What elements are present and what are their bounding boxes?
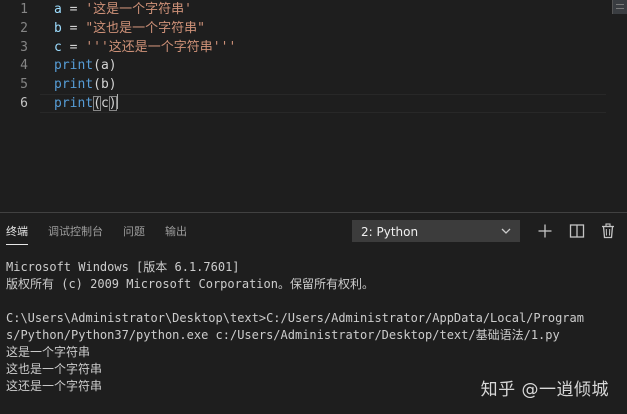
code-paren-open: ( — [93, 77, 101, 92]
code-string: "这也是一个字符串" — [85, 21, 205, 36]
code-function: print — [54, 96, 94, 111]
code-function: print — [54, 77, 94, 92]
bottom-panel: 终端 调试控制台 问题 输出 2: Python Microsoft Windo… — [0, 212, 627, 414]
line-number-gutter: 1 2 3 4 5 6 — [0, 0, 40, 212]
code-argument: a — [100, 58, 109, 73]
line-number: 4 — [20, 58, 28, 73]
code-variable: b — [54, 21, 62, 36]
line-number: 2 — [20, 21, 28, 36]
line-number-active: 6 — [20, 96, 28, 111]
split-icon — [569, 224, 585, 238]
minimap-slider[interactable] — [612, 0, 627, 14]
code-paren-close: ) — [108, 58, 117, 73]
code-line[interactable]: print(a) — [54, 56, 117, 75]
terminal-line: s/Python/Python37/python.exe c:/Users/Ad… — [6, 328, 560, 342]
code-argument: b — [100, 77, 109, 92]
zhihu-watermark: 知乎 @一逍倾城 — [480, 380, 609, 400]
code-line[interactable]: a = '这是一个字符串' — [54, 0, 192, 19]
terminal-line: 版权所有 (c) 2009 Microsoft Corporation。保留所有… — [6, 277, 374, 291]
plus-icon — [538, 224, 552, 238]
code-paren-close-matched: ) — [108, 96, 117, 111]
code-operator: = — [61, 21, 86, 36]
panel-tab-bar: 终端 调试控制台 问题 输出 — [0, 213, 340, 249]
code-paren-close: ) — [108, 77, 117, 92]
line-number: 5 — [20, 77, 28, 92]
terminal-select-dropdown[interactable]: 2: Python — [352, 220, 520, 242]
code-line[interactable]: print(b) — [54, 75, 117, 94]
current-line-highlight — [40, 94, 606, 113]
code-editor[interactable]: 1 2 3 4 5 6 a = '这是一个字符串' b = "这也是一个字符串"… — [0, 0, 627, 212]
code-variable: c — [54, 40, 62, 55]
tab-problems[interactable]: 问题 — [123, 223, 145, 241]
line-number: 1 — [20, 2, 28, 17]
code-string: '这是一个字符串' — [85, 2, 192, 17]
code-argument: c — [100, 96, 109, 111]
tab-terminal[interactable]: 终端 — [6, 223, 28, 245]
code-line-active[interactable]: print(c) — [54, 94, 118, 113]
text-cursor — [116, 94, 118, 109]
line-number: 3 — [20, 40, 28, 55]
new-terminal-button[interactable] — [536, 222, 554, 240]
chevron-down-icon — [501, 228, 511, 234]
code-paren-open: ( — [93, 58, 101, 73]
tab-output[interactable]: 输出 — [165, 223, 187, 241]
code-paren-open-matched: ( — [93, 96, 101, 111]
code-line[interactable]: b = "这也是一个字符串" — [54, 19, 205, 38]
code-variable: a — [54, 2, 62, 17]
code-operator: = — [61, 2, 86, 17]
kill-terminal-button[interactable] — [599, 222, 617, 240]
terminal-line: Microsoft Windows [版本 6.1.7601] — [6, 260, 240, 274]
trash-icon — [602, 223, 614, 239]
code-operator: = — [61, 40, 86, 55]
code-string: '''这还是一个字符串''' — [85, 40, 237, 55]
vscode-window: 1 2 3 4 5 6 a = '这是一个字符串' b = "这也是一个字符串"… — [0, 0, 627, 414]
code-line[interactable]: c = '''这还是一个字符串''' — [54, 38, 236, 57]
terminal-line: C:\Users\Administrator\Desktop\text>C:/U… — [6, 311, 584, 325]
terminal-select-value: 2: Python — [361, 225, 419, 239]
split-terminal-button[interactable] — [568, 222, 586, 240]
tab-debug-console[interactable]: 调试控制台 — [48, 223, 103, 241]
terminal-line: 这是一个字符串 — [6, 345, 91, 359]
code-function: print — [54, 58, 94, 73]
